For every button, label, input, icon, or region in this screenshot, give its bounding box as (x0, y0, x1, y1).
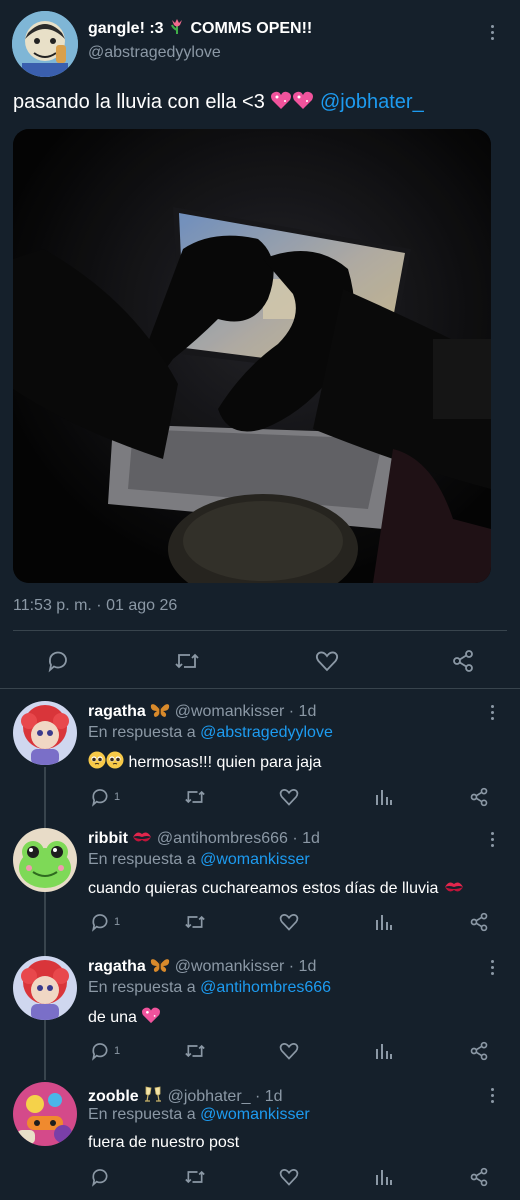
author-name-suffix: COMMS OPEN!! (190, 20, 313, 37)
pleading-face-icon (106, 751, 124, 774)
butterfly-icon (150, 702, 170, 723)
in-reply-to-link[interactable]: @antihombres666 (200, 979, 331, 996)
retweet-icon[interactable] (174, 649, 200, 673)
post-text: pasando la lluvia con ella <3 @jobhater_ (13, 90, 424, 116)
in-reply-to-link[interactable]: @abstragedyylove (200, 724, 333, 741)
divider (13, 630, 507, 631)
reply-time: · 1d (288, 958, 317, 975)
reply-author-name[interactable]: ribbit (88, 830, 128, 847)
reply-count: 1 (114, 916, 121, 928)
like-icon[interactable] (315, 649, 339, 673)
analytics-icon[interactable] (374, 912, 394, 932)
more-options-icon[interactable] (484, 702, 500, 722)
reply-text: cuando quieras cuchareamos estos días de… (88, 879, 465, 900)
reply-icon[interactable] (90, 787, 110, 807)
post-timestamp: 11:53 p. m. · 01 ago 26 (13, 597, 178, 614)
in-reply-to-link[interactable]: @womankisser (200, 1106, 310, 1123)
like-icon[interactable] (279, 1167, 299, 1187)
in-reply-to: En respuesta a @womankisser (88, 851, 310, 869)
reply-icon[interactable] (46, 649, 70, 673)
reply-avatar[interactable] (13, 828, 77, 892)
more-options-icon[interactable] (484, 829, 500, 849)
analytics-icon[interactable] (374, 787, 394, 807)
in-reply-to: En respuesta a @abstragedyylove (88, 724, 333, 742)
reply-time: · 1d (255, 1088, 283, 1105)
reply-text-body: hermosas!!! quien para jaja (128, 754, 322, 771)
like-icon[interactable] (279, 912, 299, 932)
author-display-name: gangle! :3 (88, 20, 164, 37)
reply-icon[interactable] (90, 912, 110, 932)
retweet-icon[interactable] (184, 1167, 206, 1187)
reply-header: ragatha @womankisser · 1d (88, 702, 316, 723)
reply-author-name[interactable]: ragatha (88, 958, 146, 975)
sparkling-heart-icon (292, 90, 314, 116)
reply-text: hermosas!!! quien para jaja (88, 751, 321, 774)
divider (0, 688, 520, 689)
tulip-icon (168, 17, 186, 40)
in-reply-to: En respuesta a @womankisser (88, 1106, 310, 1124)
post-text-body: pasando la lluvia con ella <3 (13, 91, 265, 113)
reply-author-handle[interactable]: @womankisser (175, 703, 285, 720)
reply-text: de una (88, 1006, 161, 1029)
like-icon[interactable] (279, 1041, 299, 1061)
share-icon[interactable] (469, 1167, 489, 1187)
reply-author-handle[interactable]: @womankisser (175, 958, 285, 975)
reply-icon[interactable] (90, 1167, 110, 1187)
pleading-face-icon (88, 751, 106, 774)
reply-header: zooble @jobhater_ · 1d (88, 1085, 283, 1108)
share-icon[interactable] (469, 787, 489, 807)
reply-author-name[interactable]: ragatha (88, 703, 146, 720)
reply-author-name[interactable]: zooble (88, 1088, 139, 1105)
share-icon[interactable] (469, 1041, 489, 1061)
reply-count: 1 (114, 791, 121, 803)
reply-time: · 1d (288, 703, 317, 720)
kiss-mark-icon (132, 829, 152, 850)
in-reply-to-link[interactable]: @womankisser (200, 851, 310, 868)
reply-count: 1 (114, 1045, 121, 1057)
thread-line (44, 767, 46, 1080)
sparkling-heart-icon (270, 90, 292, 116)
reply-header: ribbit @antihombres666 · 1d (88, 829, 320, 850)
more-options-icon[interactable] (484, 1085, 500, 1105)
retweet-icon[interactable] (184, 787, 206, 807)
author-handle[interactable]: @abstragedyylove (88, 44, 221, 62)
post-photo[interactable] (13, 129, 491, 583)
like-icon[interactable] (279, 787, 299, 807)
clinking-glasses-icon (143, 1085, 163, 1108)
more-options-icon[interactable] (484, 957, 500, 977)
butterfly-icon (150, 957, 170, 978)
reply-avatar[interactable] (13, 956, 77, 1020)
in-reply-to: En respuesta a @antihombres666 (88, 979, 331, 997)
in-reply-to-prefix: En respuesta a (88, 724, 196, 741)
share-icon[interactable] (469, 912, 489, 932)
kiss-mark-icon (443, 879, 465, 900)
reply-text-body: cuando quieras cuchareamos estos días de… (88, 880, 439, 897)
reply-text-body: fuera de nuestro post (88, 1134, 240, 1151)
reply-text-body: de una (88, 1009, 137, 1026)
analytics-icon[interactable] (374, 1167, 394, 1187)
in-reply-to-prefix: En respuesta a (88, 979, 196, 996)
reply-time: · 1d (292, 830, 320, 847)
reply-icon[interactable] (90, 1041, 110, 1061)
sparkling-heart-icon (141, 1006, 161, 1029)
author-avatar[interactable] (12, 11, 78, 77)
retweet-icon[interactable] (184, 912, 206, 932)
author-name-row[interactable]: gangle! :3 COMMS OPEN!! (88, 17, 312, 40)
reply-header: ragatha @womankisser · 1d (88, 957, 316, 978)
in-reply-to-prefix: En respuesta a (88, 1106, 196, 1123)
reply-author-handle[interactable]: @antihombres666 (157, 830, 288, 847)
retweet-icon[interactable] (184, 1041, 206, 1061)
analytics-icon[interactable] (374, 1041, 394, 1061)
post-mention-link[interactable]: @jobhater_ (320, 91, 424, 113)
in-reply-to-prefix: En respuesta a (88, 851, 196, 868)
more-options-icon[interactable] (484, 22, 500, 42)
share-icon[interactable] (451, 649, 475, 673)
reply-author-handle[interactable]: @jobhater_ (168, 1088, 251, 1105)
reply-avatar[interactable] (13, 701, 77, 765)
reply-avatar[interactable] (13, 1082, 77, 1146)
